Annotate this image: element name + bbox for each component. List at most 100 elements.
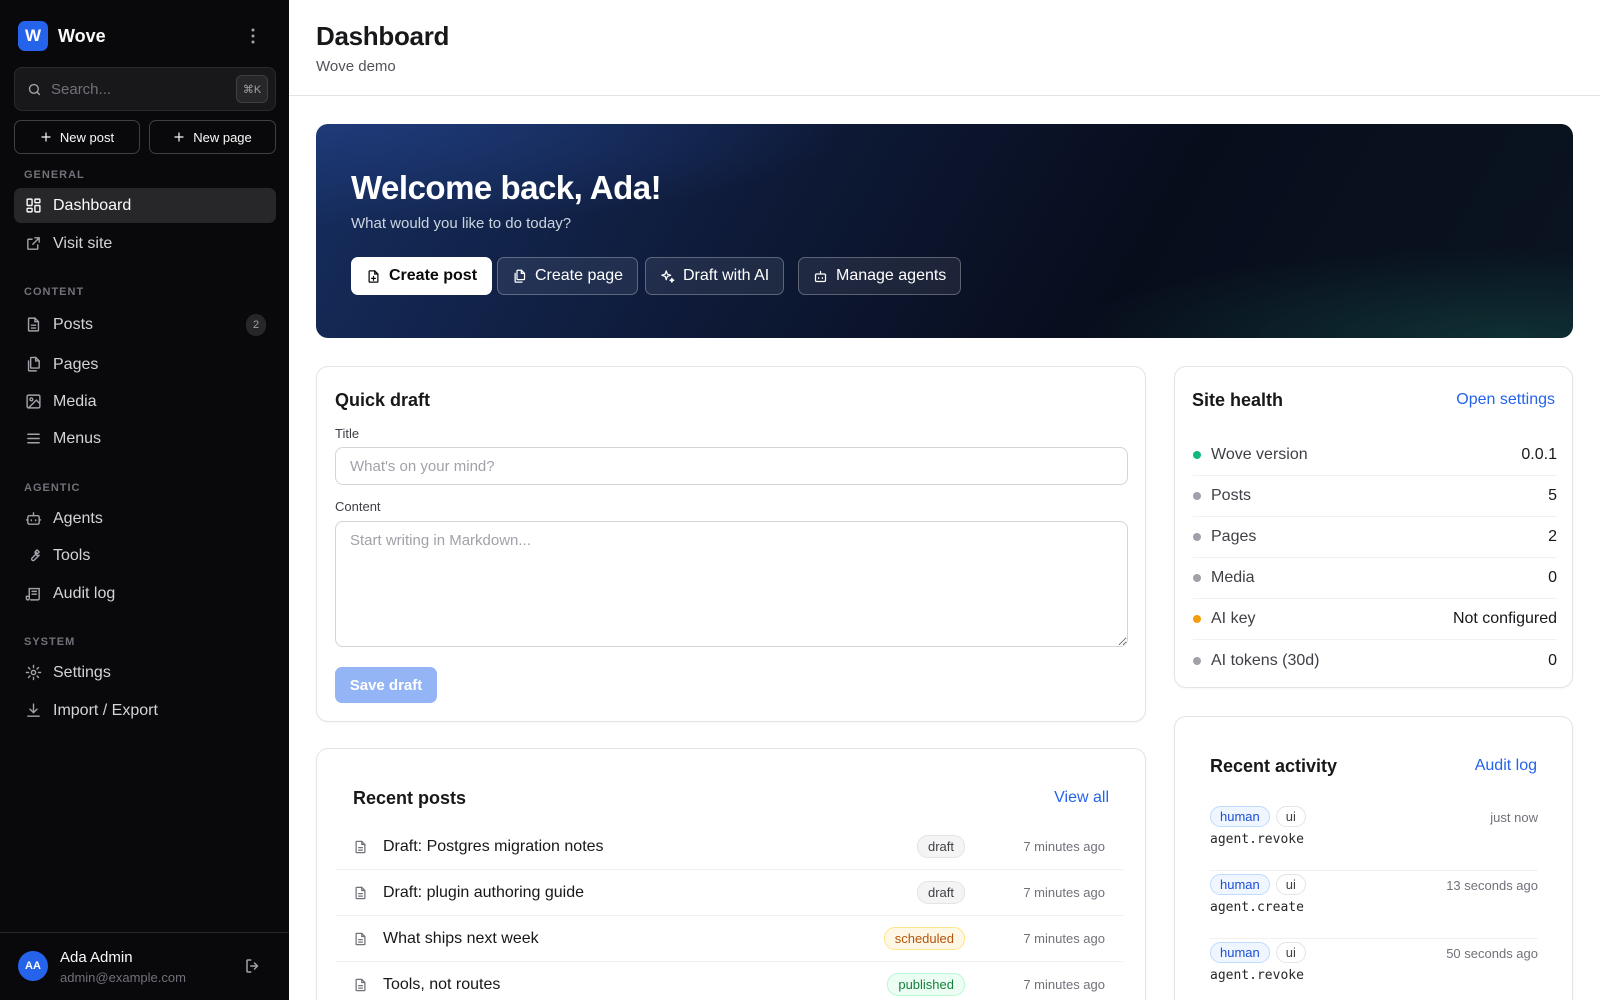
files-icon xyxy=(512,269,527,284)
status-badge: scheduled xyxy=(883,927,965,950)
health-label: Pages xyxy=(1211,528,1257,545)
health-row: Wove version 0.0.1 xyxy=(1193,435,1557,476)
activity-tags: human ui xyxy=(1210,874,1312,895)
search-box[interactable]: Search... ⌘K xyxy=(14,67,276,111)
sparkles-icon xyxy=(660,269,675,284)
status-dot xyxy=(1193,533,1201,541)
avatar[interactable]: AA xyxy=(18,951,48,981)
brand[interactable]: W Wove xyxy=(18,21,106,51)
status-badge: draft xyxy=(916,835,965,858)
sidebar-item-media[interactable]: Media xyxy=(14,384,276,419)
page-subtitle: Wove demo xyxy=(316,58,396,75)
sidebar-item-dashboard[interactable]: Dashboard xyxy=(14,188,276,223)
download-icon xyxy=(24,702,42,720)
table-row[interactable]: What ships next week scheduled 7 minutes a… xyxy=(335,916,1123,962)
image-icon xyxy=(24,393,42,411)
activity-time: just now xyxy=(1490,810,1538,825)
tag-badge: ui xyxy=(1275,874,1306,895)
open-settings-link[interactable]: Open settings xyxy=(1456,391,1555,409)
create-page-label: Create page xyxy=(535,267,624,284)
search-placeholder: Search... xyxy=(51,80,112,98)
brand-logo: W xyxy=(18,21,48,51)
sidebar: W Wove Search... ⌘K New post New page GE… xyxy=(0,0,289,1000)
sidebar-item-settings[interactable]: Settings xyxy=(14,655,276,690)
view-all-link[interactable]: View all xyxy=(1054,789,1109,807)
status-dot xyxy=(1193,656,1201,665)
search-icon xyxy=(27,82,42,97)
file-text-icon xyxy=(353,885,369,901)
health-row: AI tokens (30d) 0 xyxy=(1193,640,1557,681)
create-page-button[interactable]: Create page xyxy=(497,257,639,295)
sidebar-item-label: Audit log xyxy=(53,584,116,602)
file-text-icon xyxy=(353,839,369,855)
file-text-icon xyxy=(353,931,369,947)
table-row[interactable]: Draft: Postgres migration notes draft 7 mi… xyxy=(335,824,1123,870)
tag-badge: human xyxy=(1210,874,1270,895)
post-title[interactable]: Draft: Postgres migration notes xyxy=(383,838,917,856)
manage-agents-button[interactable]: Manage agents xyxy=(798,257,962,295)
status-dot xyxy=(1193,574,1201,582)
user-name: Ada Admin xyxy=(60,949,133,966)
bot-icon xyxy=(813,269,828,284)
recent-posts-card: Recent posts View all Draft: Postgres mi… xyxy=(316,748,1146,1000)
sidebar-item-posts[interactable]: Posts 2 xyxy=(14,307,276,342)
more-vertical-icon[interactable] xyxy=(244,27,262,45)
bot-icon xyxy=(24,510,42,528)
post-time: 7 minutes ago xyxy=(1023,977,1105,992)
file-text-icon xyxy=(353,977,369,993)
user-panel: AA Ada Admin admin@example.com xyxy=(0,932,289,1000)
sidebar-item-agents[interactable]: Agents xyxy=(14,501,276,536)
files-icon xyxy=(24,356,42,374)
recent-activity-card: Recent activity Audit log human ui agent.r… xyxy=(1174,716,1573,1000)
page-header: Dashboard Wove demo xyxy=(289,0,1600,96)
post-time: 7 minutes ago xyxy=(1023,885,1105,900)
sidebar-item-pages[interactable]: Pages xyxy=(14,347,276,382)
brand-name: Wove xyxy=(58,25,106,46)
activity-row: human ui agent.revoke 50 seconds ago xyxy=(1210,939,1538,1000)
draft-with-ai-button[interactable]: Draft with AI xyxy=(645,257,785,295)
manage-agents-label: Manage agents xyxy=(836,267,947,284)
welcome-title: Welcome back, Ada! xyxy=(351,169,662,206)
health-value: Not configured xyxy=(1452,610,1557,627)
save-draft-button[interactable]: Save draft xyxy=(335,667,437,703)
status-dot xyxy=(1193,451,1201,459)
title-field[interactable] xyxy=(335,447,1128,485)
post-title[interactable]: Tools, not routes xyxy=(383,976,887,994)
status-badge: published xyxy=(887,973,965,996)
quick-draft-title: Quick draft xyxy=(335,390,431,410)
sidebar-item-audit-log[interactable]: Audit log xyxy=(14,576,276,611)
new-post-button[interactable]: New post xyxy=(14,120,140,154)
post-time: 7 minutes ago xyxy=(1023,931,1105,946)
sidebar-item-menus[interactable]: Menus xyxy=(14,421,276,456)
sidebar-item-label: Pages xyxy=(53,355,99,373)
sidebar-item-label: Dashboard xyxy=(53,196,132,214)
audit-log-link[interactable]: Audit log xyxy=(1475,757,1537,775)
status-badge: draft xyxy=(916,881,965,904)
post-time: 7 minutes ago xyxy=(1023,839,1105,854)
new-page-button[interactable]: New page xyxy=(149,120,276,154)
health-label: AI key xyxy=(1211,610,1256,627)
sidebar-item-label: Menus xyxy=(53,429,102,447)
health-value: 0 xyxy=(1548,569,1557,586)
table-row[interactable]: Tools, not routes published 7 minutes ago xyxy=(335,962,1123,1000)
content-field-label: Content xyxy=(335,499,381,514)
wrench-icon xyxy=(24,547,42,565)
sidebar-item-visit-site[interactable]: Visit site xyxy=(14,226,276,261)
post-title[interactable]: What ships next week xyxy=(383,930,884,948)
welcome-subtitle: What would you like to do today? xyxy=(351,215,572,232)
sidebar-item-tools[interactable]: Tools xyxy=(14,538,276,573)
health-row: Media 0 xyxy=(1193,558,1557,599)
menu-icon xyxy=(24,430,42,448)
site-health-card: Site health Open settings Wove version 0.… xyxy=(1174,366,1573,688)
table-row[interactable]: Draft: plugin authoring guide draft 7 minu… xyxy=(335,870,1123,916)
sidebar-item-label: Posts xyxy=(53,315,94,333)
create-post-button[interactable]: Create post xyxy=(351,257,493,295)
sidebar-item-import-export[interactable]: Import / Export xyxy=(14,693,276,728)
sidebar-item-label: Tools xyxy=(53,546,91,564)
plus-icon xyxy=(40,131,52,143)
scroll-icon xyxy=(24,585,42,603)
recent-activity-title: Recent activity xyxy=(1210,756,1338,776)
content-field[interactable] xyxy=(335,521,1128,647)
logout-icon[interactable] xyxy=(244,957,262,975)
post-title[interactable]: Draft: plugin authoring guide xyxy=(383,884,917,902)
